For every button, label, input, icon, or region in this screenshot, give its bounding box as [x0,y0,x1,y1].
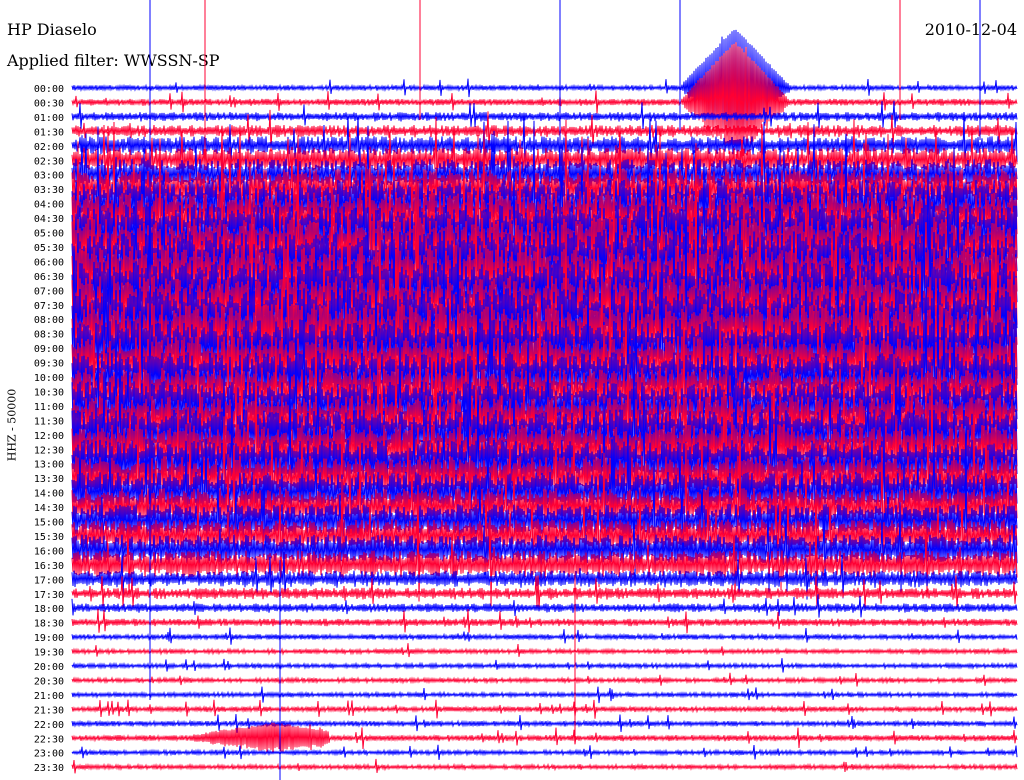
trace-2200 [71,714,1018,733]
row-label: 04:30 [34,214,64,225]
trace-2230 [71,722,1018,754]
row-label: 11:00 [34,402,64,413]
row-label: 01:00 [34,113,64,124]
row-label: 22:00 [34,720,64,731]
row-label: 11:30 [34,416,64,427]
row-label: 17:00 [34,575,64,586]
row-label: 18:30 [34,619,64,630]
trace-2330 [71,758,1018,774]
row-label: 02:30 [34,156,64,167]
row-label: 16:00 [34,546,64,557]
row-label: 13:30 [34,474,64,485]
row-label: 13:00 [34,460,64,471]
row-label: 07:30 [34,301,64,312]
row-label: 01:30 [34,127,64,138]
trace-2300 [71,744,1018,760]
row-label: 09:30 [34,359,64,370]
trace-2000 [71,658,1018,673]
trace-0100 [71,100,1018,130]
row-label: 23:30 [34,763,64,774]
row-label: 12:30 [34,445,64,456]
row-label: 19:00 [34,633,64,644]
row-label: 21:30 [34,705,64,716]
row-label: 04:00 [34,200,64,211]
row-label: 10:30 [34,387,64,398]
row-label: 00:00 [34,84,64,95]
row-label: 14:30 [34,503,64,514]
row-label: 06:30 [34,272,64,283]
row-label: 00:30 [34,98,64,109]
trace-1930 [71,643,1018,658]
row-label: 17:30 [34,590,64,601]
row-label: 03:00 [34,171,64,182]
row-label: 05:00 [34,229,64,240]
trace-0000 [71,29,1018,140]
row-label: 21:00 [34,691,64,702]
trace-2030 [71,672,1018,687]
trace-1830 [71,608,1018,634]
row-label: 23:00 [34,749,64,760]
row-label: 05:30 [34,243,64,254]
trace-2130 [71,699,1018,719]
row-label: 06:00 [34,257,64,268]
helicorder-plot: 00:00 00:30 01:00 01:30 02:00 02:30 03:00 03:30… [34,0,1018,780]
row-label: 19:30 [34,648,64,659]
row-label: 08:30 [34,330,64,341]
row-label: 10:00 [34,373,64,384]
row-label: 18:00 [34,604,64,615]
row-label: 22:30 [34,734,64,745]
row-label: 12:00 [34,431,64,442]
trace-1800 [71,594,1018,618]
row-label: 09:00 [34,344,64,355]
row-label: 16:30 [34,561,64,572]
row-label: 15:00 [34,518,64,529]
row-label: 14:00 [34,489,64,500]
row-label: 20:00 [34,662,64,673]
row-label: 02:00 [34,142,64,153]
row-label: 03:30 [34,185,64,196]
row-label: 07:00 [34,286,64,297]
trace-1900 [71,627,1018,645]
row-label: 08:00 [34,315,64,326]
row-label: 20:30 [34,676,64,687]
row-label: 15:30 [34,532,64,543]
